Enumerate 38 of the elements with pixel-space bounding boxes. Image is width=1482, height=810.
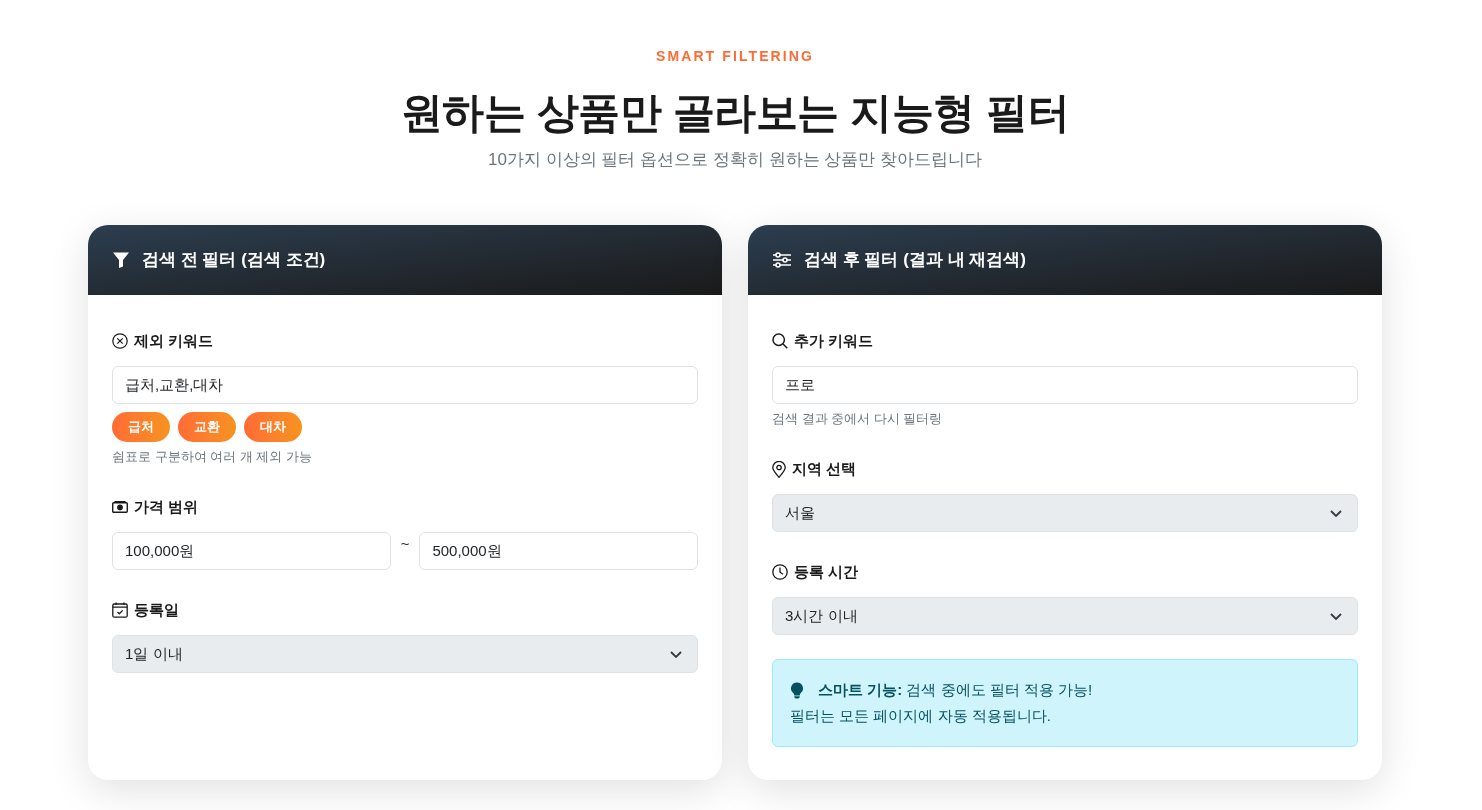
- field-label: 제외 키워드: [134, 330, 214, 351]
- note-text: 필터는 모든 페이지에 자동 적용됩니다.: [790, 706, 1051, 726]
- field-label: 지역 선택: [792, 458, 857, 479]
- min-price-input[interactable]: 100,000원: [112, 532, 391, 570]
- text-input[interactable]: 급처,교환,대차: [112, 366, 698, 404]
- map-pin-icon: [772, 460, 786, 478]
- section-title: 원하는 상품만 골라보는 지능형 필터: [400, 88, 1070, 138]
- funnel-icon: [112, 251, 130, 269]
- field-label: 등록일: [134, 599, 179, 620]
- dropdown[interactable]: 서울: [772, 494, 1358, 532]
- help-text: 쉼표로 구분하여 여러 개 제외 가능: [112, 448, 314, 466]
- chevron-down-icon: [1330, 612, 1342, 620]
- dropdown[interactable]: 3시간 이내: [772, 597, 1358, 635]
- section-eyebrow: SMART FILTERING: [656, 47, 814, 66]
- keyword-tag: 교환: [178, 412, 236, 442]
- sliders-icon: [772, 252, 792, 268]
- banknote-icon: [112, 501, 128, 513]
- search-icon: [772, 333, 788, 349]
- keyword-tag: 급처: [112, 412, 170, 442]
- chevron-down-icon: [1330, 509, 1342, 517]
- calendar-icon: [112, 602, 128, 618]
- max-price-input[interactable]: 500,000원: [419, 532, 698, 570]
- field-label: 추가 키워드: [794, 330, 874, 351]
- field-label: 가격 범위: [134, 496, 199, 517]
- field-label: 등록 시간: [794, 561, 859, 582]
- x-circle-icon: [112, 333, 128, 349]
- note-text: 스마트 기능: 검색 중에도 필터 적용 가능!: [818, 680, 1093, 700]
- text-input[interactable]: 프로: [772, 366, 1358, 404]
- chevron-down-icon: [670, 650, 682, 658]
- dropdown[interactable]: 1일 이내: [112, 635, 698, 673]
- range-separator: ~: [399, 534, 411, 554]
- clock-icon: [772, 564, 788, 580]
- panel-title: 검색 전 필터 (검색 조건): [142, 249, 326, 272]
- section-subtitle: 10가지 이상의 필터 옵션으로 정확히 원하는 상품만 찾아드립니다: [488, 149, 982, 171]
- panel-title: 검색 후 필터 (결과 내 재검색): [804, 249, 1026, 272]
- keyword-tag: 대차: [244, 412, 302, 442]
- help-text: 검색 결과 중에서 다시 필터링: [772, 410, 944, 428]
- lightbulb-icon: [790, 681, 804, 699]
